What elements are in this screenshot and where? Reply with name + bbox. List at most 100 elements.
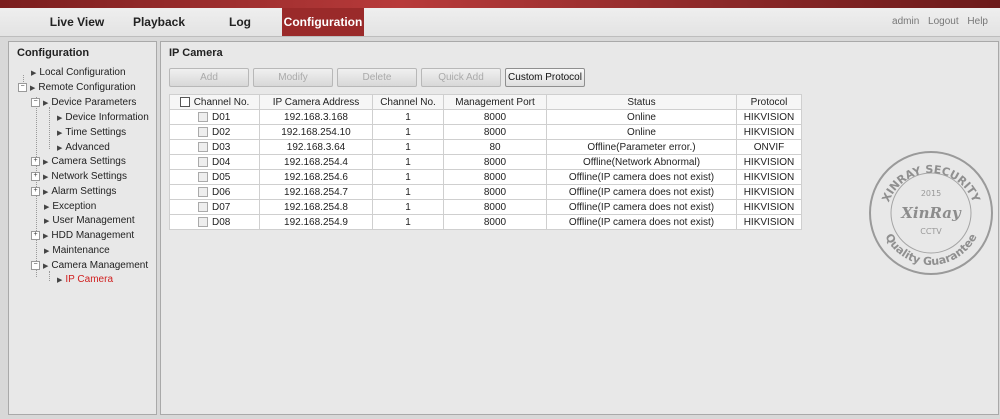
table-cell: Offline(Parameter error.) (546, 139, 737, 155)
tab-log[interactable]: Log (222, 8, 258, 36)
table-cell: 8000 (443, 154, 547, 170)
watermark-brand: XinRay (900, 204, 962, 222)
row-checkbox[interactable] (198, 156, 208, 167)
top-bar: Live View Playback Log Configuration adm… (0, 0, 1000, 37)
arrow-right-icon: ▶ (43, 174, 49, 181)
table-cell: D02 (169, 124, 260, 140)
table-cell: D07 (169, 199, 260, 215)
arrow-right-icon: ▶ (57, 115, 63, 122)
channel-id: D08 (212, 216, 231, 228)
table-cell: 192.168.3.64 (259, 139, 373, 155)
table-cell: 8000 (443, 184, 547, 200)
table-cell: Offline(IP camera does not exist) (546, 169, 737, 185)
sidebar-item-hdd-management[interactable]: + ▶ HDD Management (31, 229, 134, 243)
table-header-row: Channel No. IP Camera Address Channel No… (169, 94, 802, 110)
row-checkbox[interactable] (198, 216, 208, 227)
table-row[interactable]: D03 192.168.3.64 1 80 Offline(Parameter erro… (169, 139, 802, 155)
table-cell: 192.168.254.7 (259, 184, 373, 200)
sidebar-item-maintenance[interactable]: ▶ Maintenance (44, 244, 110, 258)
table-cell: D06 (169, 184, 260, 200)
arrow-right-icon: ▶ (43, 159, 49, 166)
channel-id: D01 (212, 111, 231, 123)
collapse-icon[interactable]: − (31, 260, 40, 270)
header-ip-address: IP Camera Address (259, 94, 373, 110)
header-protocol: Protocol (736, 94, 802, 110)
arrow-right-icon: ▶ (43, 233, 49, 240)
sidebar-item-camera-management[interactable]: − ▶ Camera Management (31, 259, 148, 273)
table-cell: 1 (372, 109, 444, 125)
table-cell: HIKVISION (736, 109, 802, 125)
expand-icon[interactable]: + (31, 230, 40, 240)
table-cell: D04 (169, 154, 260, 170)
channel-id: D04 (212, 156, 231, 168)
sidebar-item-device-parameters[interactable]: − ▶ Device Parameters (31, 96, 136, 110)
table-row[interactable]: D04 192.168.254.4 1 8000 Offline(Network Abn… (169, 154, 802, 170)
sidebar-item-network-settings[interactable]: + ▶ Network Settings (31, 170, 127, 184)
table-row[interactable]: D08 192.168.254.9 1 8000 Offline(IP camera d… (169, 214, 802, 230)
arrow-right-icon: ▶ (44, 248, 50, 255)
collapse-icon[interactable]: − (18, 82, 27, 92)
sidebar-item-local-configuration[interactable]: ▶ Local Configuration (31, 66, 126, 80)
table-cell: 1 (372, 184, 444, 200)
table-cell: 8000 (443, 124, 547, 140)
table-body: D01 192.168.3.168 1 8000 Online HIKVISION D02 1… (169, 109, 802, 230)
sidebar-item-exception[interactable]: ▶ Exception (44, 200, 96, 214)
sidebar-item-time-settings[interactable]: ▶ Time Settings (57, 126, 126, 140)
table-cell: HIKVISION (736, 214, 802, 230)
table-cell: D03 (169, 139, 260, 155)
table-cell: Offline(IP camera does not exist) (546, 199, 737, 215)
header-status: Status (546, 94, 737, 110)
sidebar-item-remote-configuration[interactable]: − ▶ Remote Configuration (18, 81, 136, 95)
tab-live-view[interactable]: Live View (48, 8, 106, 36)
row-checkbox[interactable] (198, 201, 208, 212)
sidebar-item-advanced[interactable]: ▶ Advanced (57, 141, 110, 155)
sidebar-item-user-management[interactable]: ▶ User Management (44, 214, 135, 228)
custom-protocol-button[interactable]: Custom Protocol (505, 68, 585, 87)
channel-id: D02 (212, 126, 231, 138)
sidebar-item-camera-settings[interactable]: + ▶ Camera Settings (31, 155, 126, 169)
collapse-icon[interactable]: − (31, 97, 40, 107)
arrow-right-icon: ▶ (57, 277, 63, 284)
table-row[interactable]: D07 192.168.254.8 1 8000 Offline(IP camera d… (169, 199, 802, 215)
tab-configuration[interactable]: Configuration (282, 8, 364, 36)
table-cell: 192.168.254.9 (259, 214, 373, 230)
table-row[interactable]: D05 192.168.254.6 1 8000 Offline(IP camera d… (169, 169, 802, 185)
table-cell: Offline(IP camera does not exist) (546, 184, 737, 200)
add-button[interactable]: Add (169, 68, 249, 87)
table-cell: 192.168.254.8 (259, 199, 373, 215)
sidebar-item-alarm-settings[interactable]: + ▶ Alarm Settings (31, 185, 116, 199)
table-cell: 8000 (443, 199, 547, 215)
table-row[interactable]: D02 192.168.254.10 1 8000 Online HIKVISION (169, 124, 802, 140)
table-cell: Offline(IP camera does not exist) (546, 214, 737, 230)
row-checkbox[interactable] (198, 141, 208, 152)
arrow-right-icon: ▶ (43, 100, 49, 107)
table-cell: 192.168.254.4 (259, 154, 373, 170)
expand-icon[interactable]: + (31, 156, 40, 166)
arrow-right-icon: ▶ (57, 130, 63, 137)
delete-button[interactable]: Delete (337, 68, 417, 87)
sidebar-item-device-information[interactable]: ▶ Device Information (57, 111, 149, 125)
quick-add-button[interactable]: Quick Add (421, 68, 501, 87)
channel-id: D03 (212, 141, 231, 153)
arrow-right-icon: ▶ (57, 145, 63, 152)
table-row[interactable]: D06 192.168.254.7 1 8000 Offline(IP camera d… (169, 184, 802, 200)
select-all-checkbox[interactable] (179, 96, 190, 107)
row-checkbox[interactable] (198, 126, 208, 137)
tab-playback[interactable]: Playback (128, 8, 190, 36)
table-cell: 1 (372, 199, 444, 215)
logout-link[interactable]: Logout (928, 16, 959, 27)
watermark-cctv: CCTV (920, 227, 942, 236)
table-row[interactable]: D01 192.168.3.168 1 8000 Online HIKVISION (169, 109, 802, 125)
config-sidebar: Configuration ▶ Local Configuration − ▶ Rem… (8, 41, 157, 415)
top-accent-strip (0, 0, 1000, 8)
sidebar-item-ip-camera[interactable]: ▶ IP Camera (57, 273, 113, 287)
arrow-right-icon: ▶ (43, 263, 49, 270)
channel-id: D05 (212, 171, 231, 183)
modify-button[interactable]: Modify (253, 68, 333, 87)
row-checkbox[interactable] (198, 171, 208, 182)
expand-icon[interactable]: + (31, 171, 40, 181)
expand-icon[interactable]: + (31, 186, 40, 196)
row-checkbox[interactable] (198, 111, 208, 122)
row-checkbox[interactable] (198, 186, 208, 197)
help-link[interactable]: Help (967, 16, 988, 27)
